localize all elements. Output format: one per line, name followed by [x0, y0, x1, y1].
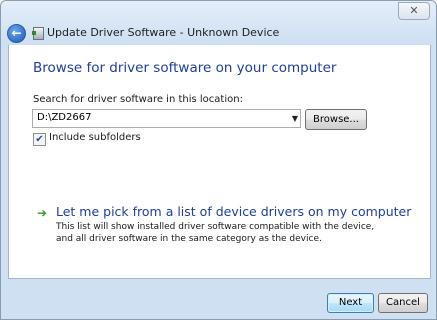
- browse-button[interactable]: Browse...: [305, 109, 367, 130]
- title-bar: ✕ ← Update Driver Software - Unknown Dev…: [1, 1, 436, 45]
- page-heading: Browse for driver software on your compu…: [33, 60, 337, 76]
- window-title: Update Driver Software - Unknown Device: [47, 26, 280, 39]
- pick-from-list-description: This list will show installed driver sof…: [56, 222, 375, 244]
- checkmark-icon: ✔: [35, 134, 44, 145]
- location-combobox[interactable]: D:\ZD2667 ▼: [32, 109, 301, 128]
- dropdown-arrow-icon[interactable]: ▼: [292, 110, 298, 127]
- cancel-button[interactable]: Cancel: [378, 293, 428, 313]
- device-icon: [32, 27, 44, 40]
- content-panel: Browse for driver software on your compu…: [8, 45, 431, 279]
- search-location-label: Search for driver software in this locat…: [33, 94, 243, 105]
- location-value: D:\ZD2667: [37, 112, 92, 123]
- back-arrow-icon: ←: [11, 26, 22, 40]
- back-button[interactable]: ←: [7, 24, 26, 43]
- green-arrow-icon: ➔: [37, 206, 48, 220]
- close-icon: ✕: [409, 4, 419, 17]
- include-subfolders-label[interactable]: Include subfolders: [49, 132, 141, 143]
- update-driver-window: ✕ ← Update Driver Software - Unknown Dev…: [0, 0, 437, 320]
- include-subfolders-checkbox[interactable]: ✔: [33, 133, 46, 146]
- pick-from-list-link[interactable]: Let me pick from a list of device driver…: [56, 204, 411, 219]
- next-button[interactable]: Next: [327, 293, 374, 313]
- close-button[interactable]: ✕: [398, 2, 430, 20]
